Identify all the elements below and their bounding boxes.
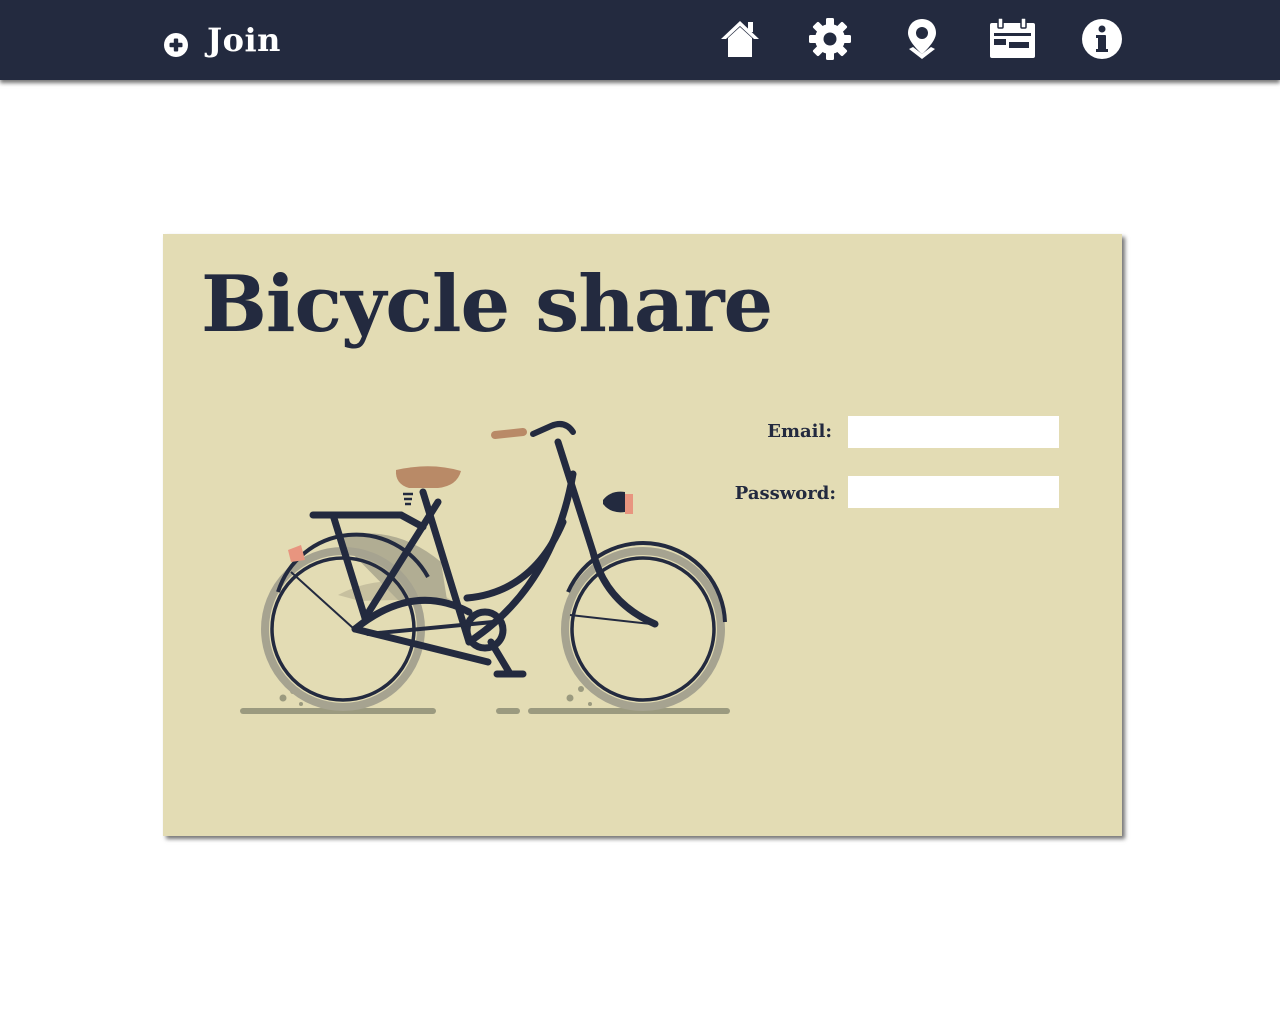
- bicycle-illustration: [240, 421, 730, 714]
- plus-circle-icon: [164, 33, 188, 57]
- email-label: Email:: [767, 421, 832, 442]
- map-pin-icon: [908, 19, 936, 59]
- top-nav-bar: Join: [0, 0, 1280, 80]
- page-title: Bicycle share: [201, 259, 773, 350]
- join-label: Join: [207, 21, 281, 59]
- settings-button[interactable]: [807, 16, 853, 62]
- home-button[interactable]: [717, 16, 763, 62]
- info-icon: [1082, 19, 1122, 59]
- password-label: Password:: [734, 483, 836, 504]
- calendar-icon: [990, 17, 1035, 58]
- login-card: Bicycle share Email: Password:: [163, 234, 1122, 836]
- home-icon: [721, 21, 759, 57]
- email-field[interactable]: [848, 416, 1059, 448]
- join-button[interactable]: Join: [163, 18, 281, 62]
- password-field[interactable]: [848, 476, 1059, 508]
- gear-icon: [809, 18, 851, 60]
- calendar-button[interactable]: [989, 16, 1035, 62]
- location-button[interactable]: [899, 16, 945, 62]
- info-button[interactable]: [1079, 16, 1125, 62]
